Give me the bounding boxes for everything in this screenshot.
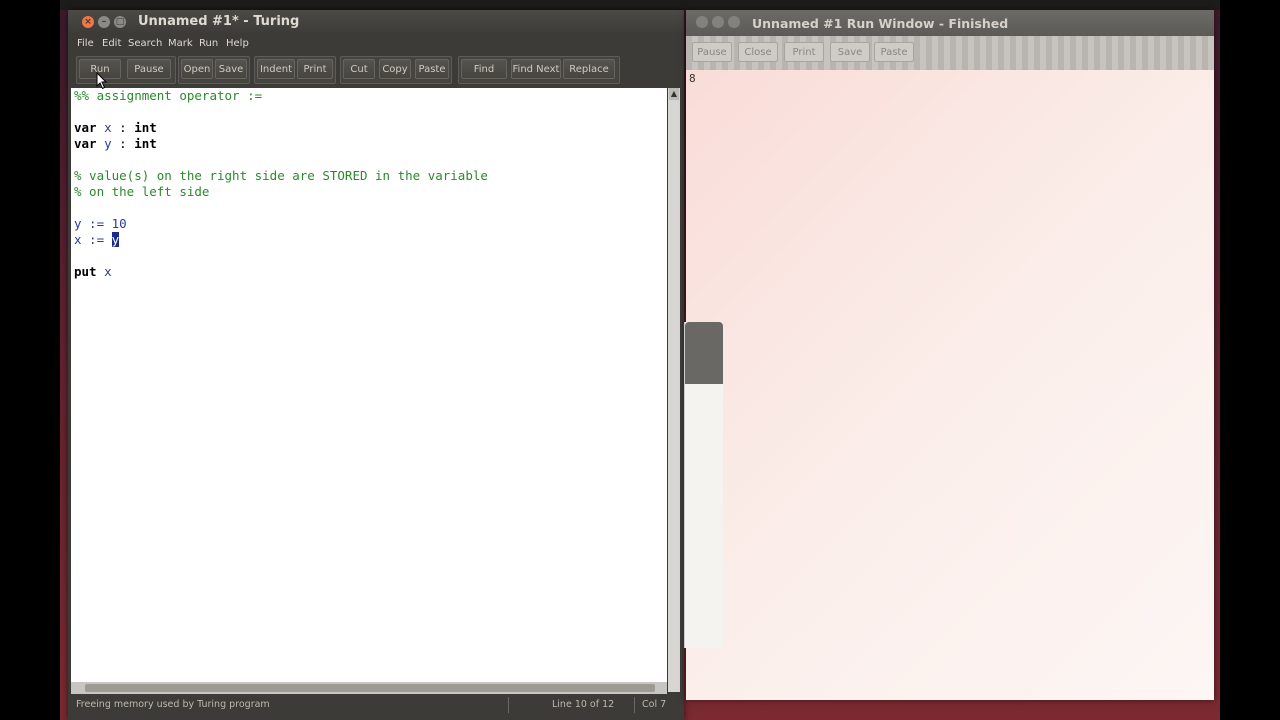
print-button[interactable]: Print <box>784 42 824 62</box>
keyword: var <box>74 120 97 135</box>
menu-bar: File Edit Search Mark Run Help <box>68 34 684 52</box>
maximize-icon[interactable] <box>728 16 740 28</box>
menu-search[interactable]: Search <box>128 38 162 49</box>
keyword: var <box>74 136 97 151</box>
code-text: : <box>111 136 135 151</box>
menu-run[interactable]: Run <box>199 38 218 49</box>
scrollbar-thumb[interactable] <box>85 684 655 692</box>
menu-help[interactable]: Help <box>226 38 249 49</box>
toolbar-group-run: Run Pause <box>76 56 176 84</box>
menu-file[interactable]: File <box>77 38 94 49</box>
status-line: Line 10 of 12 <box>552 699 615 710</box>
code-editor[interactable]: %% assignment operator := var x : int va… <box>71 88 667 692</box>
pause-button[interactable]: Pause <box>692 42 732 62</box>
code-line-7: % on the left side <box>74 184 210 199</box>
find-button[interactable]: Find <box>461 59 507 79</box>
minimize-icon[interactable]: – <box>98 16 110 28</box>
code-text: x := <box>74 232 112 247</box>
identifier: x <box>104 120 112 135</box>
status-message: Freeing memory used by Turing program <box>76 699 270 710</box>
code-line-10: x := y <box>74 232 120 248</box>
toolbar-group-clipboard: Cut Copy Paste <box>340 56 452 84</box>
run-title: Unnamed #1 Run Window - Finished <box>752 16 1009 31</box>
type-keyword: int <box>134 136 157 151</box>
status-col: Col 7 <box>642 699 667 710</box>
minimize-icon[interactable] <box>712 16 724 28</box>
run-toolbar: Pause Close Print Save Paste <box>686 36 1214 70</box>
find-next-button[interactable]: Find Next <box>511 59 561 79</box>
copy-button[interactable]: Copy <box>379 59 411 79</box>
close-icon[interactable]: × <box>82 16 94 28</box>
mouse-cursor-icon <box>96 72 108 90</box>
editor-title: Unnamed #1* - Turing <box>138 14 300 29</box>
code-line-12: put x <box>74 264 112 280</box>
indent-button[interactable]: Indent <box>257 59 295 79</box>
vertical-scrollbar[interactable]: ▲ <box>668 88 680 692</box>
run-output-text: 8 <box>689 72 696 85</box>
toolbar-group-find: Find Find Next Replace <box>458 56 620 84</box>
toolbar-group-format: Indent Print <box>254 56 336 84</box>
identifier: x <box>104 264 112 279</box>
menu-mark[interactable]: Mark <box>168 38 193 49</box>
scroll-up-icon[interactable]: ▲ <box>669 88 679 100</box>
code-line-3: var x : int <box>74 120 157 136</box>
code-line-1: %% assignment operator := <box>74 88 263 103</box>
close-icon[interactable] <box>696 16 708 28</box>
editor-toolbar: Run Pause Open Save Indent Print Cut Cop… <box>68 52 684 86</box>
run-titlebar[interactable]: Unnamed #1 Run Window - Finished <box>686 10 1214 36</box>
type-keyword: int <box>134 120 157 135</box>
horizontal-scrollbar[interactable] <box>71 682 667 694</box>
keyword: put <box>74 264 97 279</box>
editor-titlebar[interactable]: × – □ Unnamed #1* - Turing <box>68 10 684 34</box>
status-separator <box>634 697 635 713</box>
replace-button[interactable]: Replace <box>563 59 615 79</box>
maximize-icon[interactable]: □ <box>114 16 126 28</box>
save-button[interactable]: Save <box>830 42 870 62</box>
paste-button[interactable]: Paste <box>874 42 914 62</box>
pause-button[interactable]: Pause <box>127 59 171 79</box>
paste-button[interactable]: Paste <box>415 59 449 79</box>
identifier: y <box>104 136 112 151</box>
close-button[interactable]: Close <box>738 42 778 62</box>
run-window: Unnamed #1 Run Window - Finished Pause C… <box>686 10 1214 700</box>
run-output-area: 8 <box>686 70 1214 700</box>
status-bar: Freeing memory used by Turing program Li… <box>68 696 684 714</box>
menu-edit[interactable]: Edit <box>102 38 121 49</box>
open-button[interactable]: Open <box>181 59 213 79</box>
background-window-strip-header <box>685 322 723 384</box>
top-panel <box>60 0 1220 10</box>
editor-window: × – □ Unnamed #1* - Turing File Edit Sea… <box>68 10 684 720</box>
code-text: : <box>111 120 135 135</box>
toolbar-group-file: Open Save <box>178 56 250 84</box>
save-button[interactable]: Save <box>215 59 247 79</box>
background-window-strip <box>684 322 723 648</box>
selected-text: y <box>111 232 120 247</box>
status-separator <box>508 697 509 713</box>
print-button[interactable]: Print <box>297 59 333 79</box>
code-line-4: var y : int <box>74 136 157 152</box>
cut-button[interactable]: Cut <box>343 59 375 79</box>
code-line-9: y := 10 <box>74 216 127 231</box>
code-line-6: % value(s) on the right side are STORED … <box>74 168 488 183</box>
